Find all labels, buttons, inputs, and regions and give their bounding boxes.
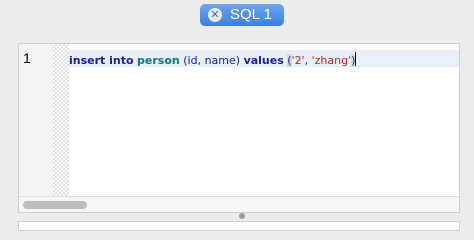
- close-icon[interactable]: ✕: [208, 8, 222, 22]
- column-list: (id, name): [183, 54, 241, 67]
- text-caret: [355, 52, 357, 66]
- comma: ,: [304, 54, 312, 67]
- horizontal-scroll-thumb[interactable]: [23, 201, 87, 209]
- splitter-handle[interactable]: [239, 213, 245, 219]
- tab-label: SQL 1: [230, 6, 272, 23]
- sql-editor[interactable]: 1 insert into person (id, name) values (…: [18, 43, 460, 213]
- string-literal-id: '2': [291, 54, 305, 67]
- table-name: person: [137, 54, 180, 67]
- string-literal-name: 'zhang': [311, 54, 352, 67]
- line-number: 1: [23, 50, 31, 66]
- results-pane: [18, 221, 460, 231]
- horizontal-scrollbar[interactable]: [19, 196, 459, 212]
- line-number-gutter: 1: [19, 44, 53, 196]
- code-line[interactable]: insert into person (id, name) values ('2…: [69, 52, 357, 68]
- tab-sql-1[interactable]: ✕ SQL 1: [200, 4, 284, 26]
- fold-strip: [53, 44, 69, 196]
- keyword-insert-into: insert into: [69, 54, 134, 67]
- keyword-values: values: [243, 54, 284, 67]
